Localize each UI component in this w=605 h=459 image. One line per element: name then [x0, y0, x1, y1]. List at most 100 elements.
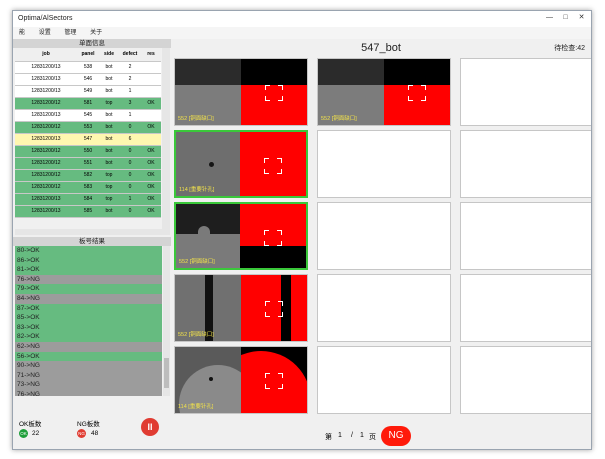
cell-defect: 0 [128, 208, 132, 214]
panel-info-grid: job panel side defect res 12831200/13 538… [15, 48, 161, 229]
cell-job: 12831200/12 [31, 124, 61, 130]
cell-panel: 550 [83, 148, 93, 154]
pause-icon: II [147, 422, 153, 432]
notch-mark [198, 226, 210, 240]
results-scrollbar[interactable] [163, 246, 170, 396]
col-res[interactable]: res [141, 48, 161, 61]
defect-cell[interactable]: 552 [铜面缺口] [174, 274, 308, 342]
dark-region [175, 59, 241, 85]
cell-panel: 585 [83, 208, 93, 214]
grid-vertical-scrollbar[interactable] [162, 48, 170, 229]
board-stats: OK板数 NG板数 OK 22 NG 48 II [13, 416, 171, 440]
table-row[interactable]: 12831200/13 584 top 1 OK [15, 194, 161, 206]
table-row[interactable]: 12831200/13 546 bot 2 [15, 74, 161, 86]
defect-label: 114 [重要针孔] [178, 404, 214, 410]
pager-current: 1 [338, 432, 342, 439]
col-panel[interactable]: panel [77, 48, 99, 61]
list-item[interactable]: 83->OK [15, 322, 162, 333]
ng-count-value: 48 [91, 430, 99, 437]
defect-mask-image [241, 59, 307, 125]
cell-defect: 3 [128, 100, 132, 106]
dark-region [318, 59, 384, 85]
table-row[interactable]: 12831200/12 582 top 0 OK [15, 170, 161, 182]
table-row[interactable]: 12831200/13 547 bot 6 [15, 134, 161, 146]
empty-defect-slot [317, 202, 451, 270]
roi-marker [265, 373, 283, 389]
results-scroll-thumb[interactable] [164, 358, 169, 388]
mask-black-region [240, 246, 306, 268]
menu-item-function[interactable]: 能 [19, 30, 25, 36]
main-panel: 547_bot 待检查:42 552 [铜面缺口] 552 [铜面缺口] 114 [… [171, 39, 591, 449]
menu-item-settings[interactable]: 设置 [39, 30, 51, 36]
roi-corner [264, 230, 269, 235]
col-job[interactable]: job [15, 48, 77, 61]
roi-corner [278, 85, 283, 90]
list-item[interactable]: 85->OK [15, 313, 162, 323]
table-row[interactable]: 12831200/12 551 bot 0 OK [15, 158, 161, 170]
col-side[interactable]: side [99, 48, 119, 61]
defect-mask-image [241, 347, 307, 413]
list-item[interactable]: 76->NG [15, 389, 162, 396]
roi-corner [278, 312, 283, 317]
cell-defect: 0 [128, 184, 132, 190]
list-item[interactable]: 87->OK [15, 303, 162, 314]
board-results-list: 80->OK 86->OK 81->OK 76->NG 79->OK 84->NG 87->… [15, 246, 162, 396]
cell-panel: 582 [83, 172, 93, 178]
table-row[interactable]: 12831200/12 583 top 0 OK [15, 182, 161, 194]
roi-corner [408, 96, 413, 101]
cell-defect: 1 [128, 196, 132, 202]
ng-button[interactable]: NG [381, 426, 411, 446]
defect-mask-image [240, 204, 306, 268]
table-row[interactable]: 12831200/13 585 bot 0 OK [15, 206, 161, 218]
list-item[interactable]: 82->OK [15, 332, 162, 342]
cell-job: 12831200/13 [31, 112, 61, 118]
pager-total: 1 [360, 432, 364, 439]
list-item[interactable]: 86->OK [15, 255, 162, 266]
cell-job: 12831200/12 [31, 172, 61, 178]
table-row[interactable]: 12831200/12 553 bot 0 OK [15, 122, 161, 134]
col-defect[interactable]: defect [119, 48, 141, 61]
defect-mask-image [240, 132, 306, 196]
table-row[interactable]: 12831200/12 581 top 3 OK [15, 98, 161, 110]
grid-horizontal-scrollbar[interactable] [15, 229, 170, 235]
table-row[interactable]: 12831200/13 549 bot 1 [15, 86, 161, 98]
cell-job: 12831200/13 [31, 76, 61, 82]
pause-button[interactable]: II [141, 418, 159, 436]
cell-defect: 0 [128, 160, 132, 166]
minimize-button[interactable]: — [545, 14, 554, 22]
defect-cell[interactable]: 114 [重要针孔] [174, 130, 308, 198]
list-item[interactable]: 76->NG [15, 274, 162, 285]
list-item[interactable]: 81->OK [15, 265, 162, 275]
cell-res: OK [147, 172, 155, 178]
list-item[interactable]: 71->NG [15, 370, 162, 381]
empty-defect-slot [460, 274, 591, 342]
cell-defect: 1 [128, 112, 132, 118]
cell-job: 12831200/12 [31, 100, 61, 106]
roi-corner [265, 312, 270, 317]
defect-cell[interactable]: 114 [重要针孔] [174, 346, 308, 414]
table-row[interactable]: 12831200/12 550 bot 0 OK [15, 146, 161, 158]
defect-cell[interactable]: 552 [铜面缺口] [317, 58, 451, 126]
table-row[interactable]: 12831200/13 538 bot 2 [15, 62, 161, 74]
list-item[interactable]: 79->OK [15, 284, 162, 294]
defect-cell[interactable]: 552 [铜面缺口] [174, 58, 308, 126]
list-item[interactable]: 62->NG [15, 341, 162, 352]
close-button[interactable]: ✕ [577, 14, 586, 22]
menu-item-about[interactable]: 关于 [90, 30, 102, 36]
defect-cell[interactable]: 552 [铜面缺口] [174, 202, 308, 270]
roi-corner [265, 384, 270, 389]
roi-corner [408, 85, 413, 90]
list-item[interactable]: 56->OK [15, 351, 162, 362]
pager-sep: / [351, 432, 353, 439]
roi-corner [277, 158, 282, 163]
table-row[interactable]: 12831200/13 545 bot 1 [15, 110, 161, 122]
list-item[interactable]: 80->OK [15, 246, 162, 256]
maximize-button[interactable]: □ [561, 14, 570, 22]
menu-item-manage[interactable]: 管理 [64, 30, 76, 36]
list-item[interactable]: 73->NG [15, 380, 162, 390]
cell-job: 12831200/12 [31, 160, 61, 166]
roi-corner [264, 241, 269, 246]
cell-side: top [105, 172, 113, 178]
list-item[interactable]: 90->NG [15, 361, 162, 371]
list-item[interactable]: 84->NG [15, 293, 162, 304]
